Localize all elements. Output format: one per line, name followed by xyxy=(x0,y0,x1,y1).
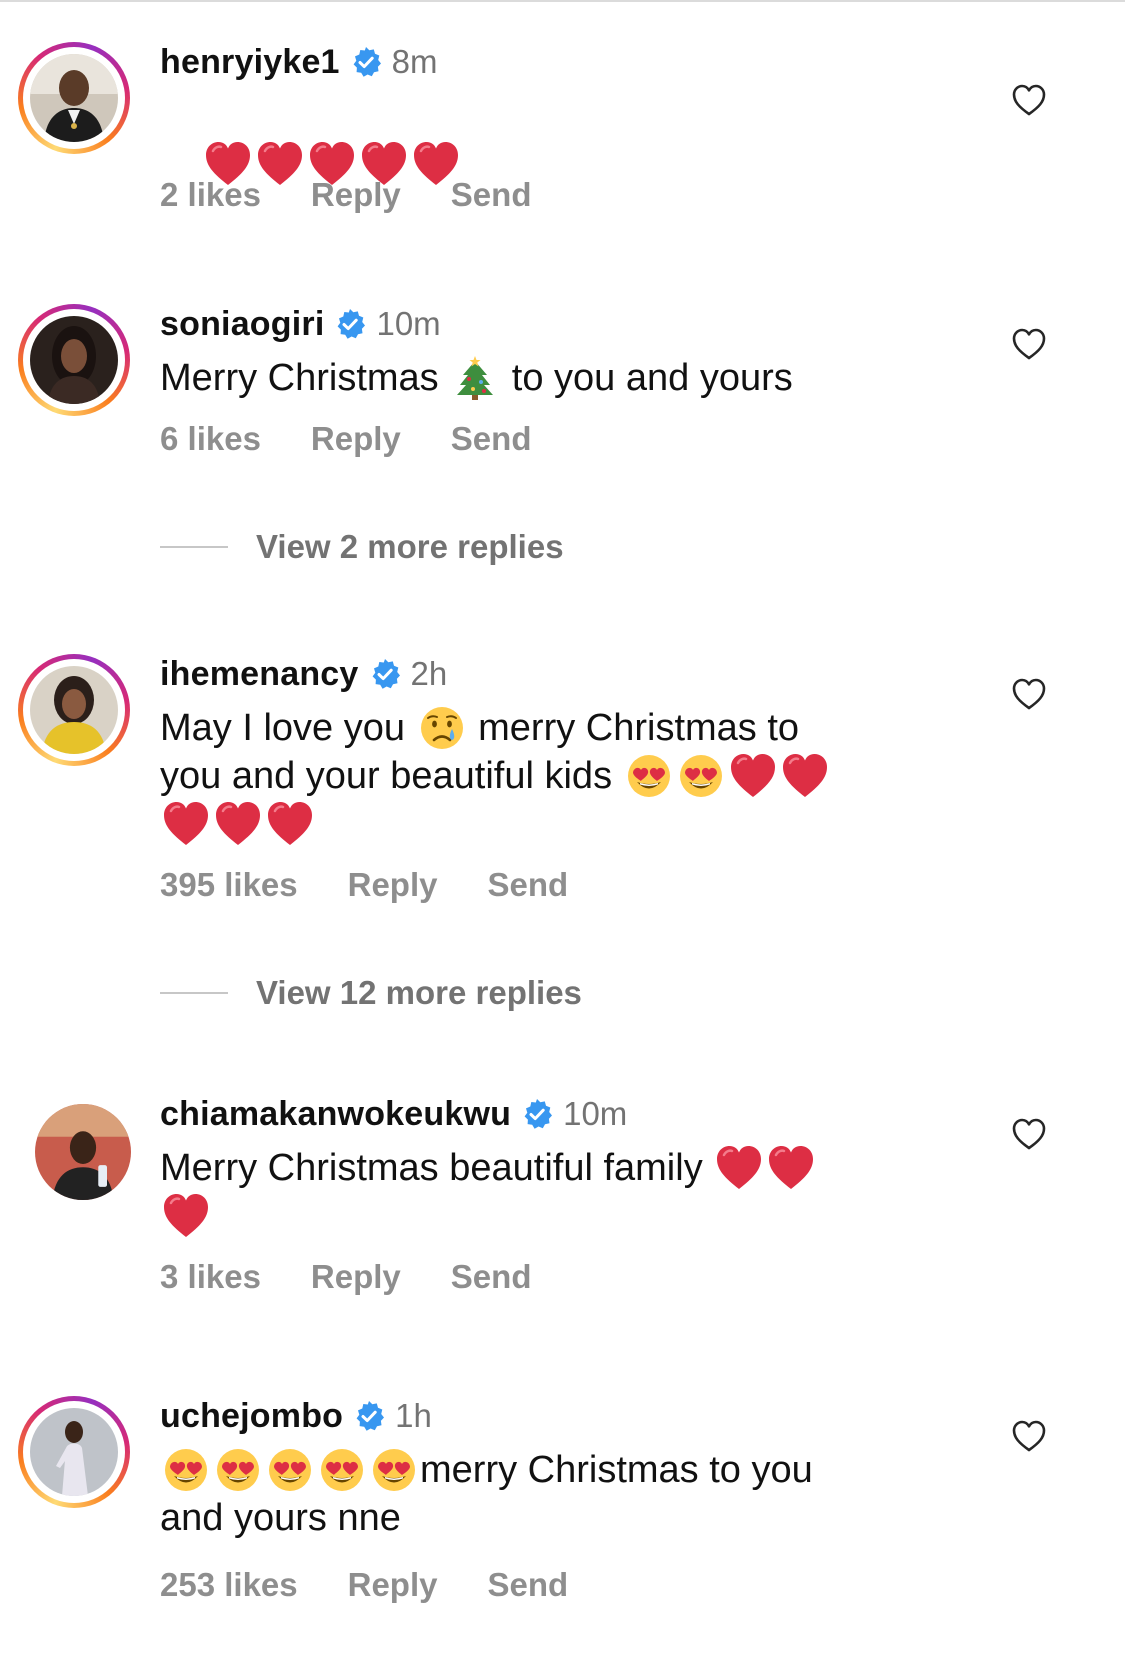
comment-header: soniaogiri 10m xyxy=(160,302,441,346)
comment-text: merry Christmas to you and yours nne xyxy=(160,1446,950,1542)
timestamp: 8m xyxy=(391,43,438,80)
username[interactable]: soniaogiri xyxy=(160,305,324,344)
comment-text xyxy=(160,92,950,236)
comment-text-part: May I love you xyxy=(160,707,416,749)
username[interactable]: uchejombo xyxy=(160,1397,343,1436)
reply-button[interactable]: Reply xyxy=(311,176,401,214)
avatar[interactable] xyxy=(35,1104,131,1200)
likes-count[interactable]: 2 likes xyxy=(160,176,261,214)
comment-text-part: merry Christmas to you xyxy=(420,1449,813,1491)
comment-header: chiamakanwokeukwu 10m xyxy=(160,1092,627,1136)
reply-button[interactable]: Reply xyxy=(311,420,401,458)
comment-actions: 3 likes Reply Send xyxy=(160,1258,531,1296)
red-heart-emoji xyxy=(160,1192,212,1240)
avatar-story-ring[interactable] xyxy=(18,1396,130,1508)
like-heart-icon[interactable] xyxy=(1011,326,1047,362)
comment-text-part: to you and yours xyxy=(501,357,793,399)
comment-header: ihemenancy 2h xyxy=(160,652,447,696)
avatar[interactable] xyxy=(30,54,118,142)
like-heart-icon[interactable] xyxy=(1011,82,1047,118)
timestamp: 2h xyxy=(410,655,448,692)
heart-eyes-emoji xyxy=(264,1446,316,1494)
reply-button[interactable]: Reply xyxy=(348,866,438,904)
timestamp: 10m xyxy=(563,1095,628,1132)
avatar-story-ring[interactable] xyxy=(18,42,130,154)
verified-badge-icon xyxy=(334,308,366,340)
comment-text-part: you and your beautiful kids xyxy=(160,755,623,797)
comment-text-part: and yours nne xyxy=(160,1497,401,1539)
username[interactable]: ihemenancy xyxy=(160,655,359,694)
verified-badge-icon xyxy=(353,1400,385,1432)
red-heart-emoji xyxy=(727,752,779,800)
heart-eyes-emoji xyxy=(212,1446,264,1494)
replies-divider-line xyxy=(160,992,228,994)
view-replies-label[interactable]: View 12 more replies xyxy=(256,974,582,1012)
heart-eyes-emoji xyxy=(675,752,727,800)
avatar-story-ring[interactable] xyxy=(18,304,130,416)
send-button[interactable]: Send xyxy=(451,176,532,214)
likes-count[interactable]: 6 likes xyxy=(160,420,261,458)
view-more-replies[interactable]: View 12 more replies xyxy=(160,974,582,1012)
christmas-tree-emoji xyxy=(449,354,501,402)
comment-actions: 253 likes Reply Send xyxy=(160,1566,568,1604)
top-divider xyxy=(0,0,1125,2)
avatar[interactable] xyxy=(30,666,118,754)
verified-badge-icon xyxy=(521,1098,553,1130)
comment-text-part: Merry Christmas xyxy=(160,357,450,399)
heart-eyes-emoji xyxy=(623,752,675,800)
replies-divider-line xyxy=(160,546,228,548)
reply-button[interactable]: Reply xyxy=(348,1566,438,1604)
red-heart-emoji xyxy=(160,800,212,848)
crying-face-emoji xyxy=(416,704,468,752)
likes-count[interactable]: 3 likes xyxy=(160,1258,261,1296)
avatar-wrapper[interactable] xyxy=(18,1094,131,1206)
verified-badge-icon xyxy=(369,658,401,690)
heart-eyes-emoji xyxy=(160,1446,212,1494)
heart-eyes-emoji xyxy=(316,1446,368,1494)
like-heart-icon[interactable] xyxy=(1011,676,1047,712)
like-heart-icon[interactable] xyxy=(1011,1116,1047,1152)
comment-header: uchejombo 1h xyxy=(160,1394,432,1438)
likes-count[interactable]: 253 likes xyxy=(160,1566,298,1604)
view-more-replies[interactable]: View 2 more replies xyxy=(160,528,564,566)
avatar[interactable] xyxy=(30,1408,118,1496)
red-heart-emoji xyxy=(713,1144,765,1192)
red-heart-emoji xyxy=(765,1144,817,1192)
comment-actions: 6 likes Reply Send xyxy=(160,420,531,458)
comment-text: May I love you merry Christmas to you and… xyxy=(160,704,950,848)
comment-actions: 395 likes Reply Send xyxy=(160,866,568,904)
avatar-story-ring[interactable] xyxy=(18,654,130,766)
comment-header: henryiyke1 8m xyxy=(160,40,438,84)
comment-text-part: Merry Christmas beautiful family xyxy=(160,1147,714,1189)
likes-count[interactable]: 395 likes xyxy=(160,866,298,904)
comment-actions: 2 likes Reply Send xyxy=(160,176,531,214)
comment-text: Merry Christmas to you and yours xyxy=(160,354,950,402)
username[interactable]: chiamakanwokeukwu xyxy=(160,1095,511,1134)
send-button[interactable]: Send xyxy=(451,1258,532,1296)
send-button[interactable]: Send xyxy=(488,866,569,904)
red-heart-emoji xyxy=(212,800,264,848)
verified-badge-icon xyxy=(350,46,382,78)
view-replies-label[interactable]: View 2 more replies xyxy=(256,528,564,566)
timestamp: 10m xyxy=(376,305,441,342)
send-button[interactable]: Send xyxy=(488,1566,569,1604)
heart-eyes-emoji xyxy=(368,1446,420,1494)
username[interactable]: henryiyke1 xyxy=(160,43,340,82)
like-heart-icon[interactable] xyxy=(1011,1418,1047,1454)
comment-text: Merry Christmas beautiful family xyxy=(160,1144,950,1240)
red-heart-emoji xyxy=(779,752,831,800)
send-button[interactable]: Send xyxy=(451,420,532,458)
red-heart-emoji xyxy=(264,800,316,848)
avatar[interactable] xyxy=(30,316,118,404)
reply-button[interactable]: Reply xyxy=(311,1258,401,1296)
comment-text-part: merry Christmas to xyxy=(467,707,800,749)
timestamp: 1h xyxy=(395,1397,432,1434)
